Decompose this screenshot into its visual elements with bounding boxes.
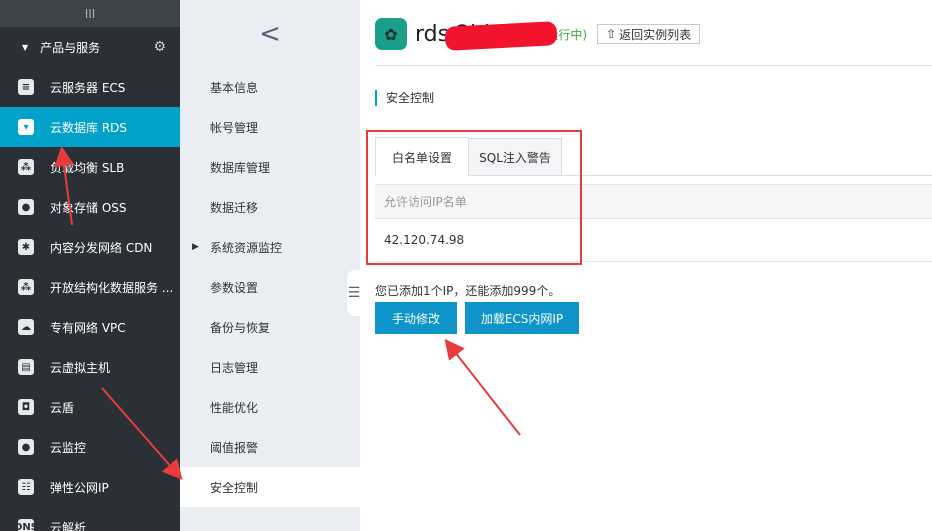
table-row: 42.120.74.98 [375,219,932,261]
load-balancer-icon: ⁂ [18,159,34,175]
gear-icon[interactable]: ⚙ [153,39,166,55]
redaction-mark [444,20,558,51]
cdn-icon: ✱ [18,239,34,255]
instance-name: rds 2bkw... [415,20,558,51]
back-to-list-button[interactable]: ⇧ 返回实例列表 [597,24,701,44]
sidebar-collapse-handle[interactable]: III [0,0,180,27]
table-header: 允许访问IP名单 [375,185,932,219]
upload-arrow-icon: ⇧ [606,27,617,41]
menu-item[interactable]: 帐号管理 [180,107,360,147]
shield-icon: ◘ [18,399,34,415]
menu-item-label: 参数设置 [210,280,259,295]
sidebar-item[interactable]: DNS 云解析 [0,507,180,531]
sidebar-item[interactable]: ▤ 云虚拟主机 [0,347,180,387]
sidebar-item[interactable]: ◘ 云盾 [0,387,180,427]
header-divider [375,65,932,66]
product-sidebar: III ▼ 产品与服务 ⚙ ≡ 云服务器 ECS ▾ 云数据库 RDS ⁂ 负载均衡 SL… [0,0,180,531]
sidebar-item[interactable]: ⁂ 开放结构化数据服务 ... [0,267,180,307]
caret-down-icon: ▼ [22,42,29,52]
security-tabs: 白名单设置 SQL注入警告 [375,137,562,176]
menu-item-label: 安全控制 [210,480,259,495]
products-services-header[interactable]: ▼ 产品与服务 ⚙ [0,27,180,67]
server-icon: ≡ [18,79,34,95]
sidebar-item-label: 云解析 [50,520,87,531]
menu-item-label: 基本信息 [210,80,259,95]
main-content: ✿ rds 2bkw... (运行中) ⇧ 返回实例列表 安全控制 白名单设置 … [360,0,932,531]
back-chevron-icon[interactable]: < [180,0,360,67]
sidebar-item-label: 云虚拟主机 [50,360,111,375]
tab-whitelist[interactable]: 白名单设置 [375,137,469,176]
vpc-icon: ☁ [18,319,34,335]
sidebar-item[interactable]: ☷ 弹性公网IP [0,467,180,507]
menu-item[interactable]: 性能优化 [180,387,360,427]
page-title: 安全控制 [375,90,434,106]
instance-header: ✿ rds 2bkw... (运行中) ⇧ 返回实例列表 [375,18,701,51]
rds-instance-icon: ✿ [375,18,407,50]
menu-item[interactable]: 数据库管理 [180,147,360,187]
sidebar-item-label: 对象存储 OSS [50,200,127,215]
menu-item-label: 备份与恢复 [210,320,271,335]
sidebar-item-label: 弹性公网IP [50,480,109,495]
menu-item-label: 数据迁移 [210,200,259,215]
menu-item[interactable]: ▶ 系统资源监控 [180,227,360,267]
menu-item[interactable]: 基本信息 [180,67,360,107]
sidebar-item-label: 云监控 [50,440,87,455]
tab-sql-injection[interactable]: SQL注入警告 [469,138,562,176]
instance-menu-list: 基本信息帐号管理数据库管理数据迁移 ▶ 系统资源监控 参数设置备份与恢复日志管理性能优… [180,67,360,507]
eip-icon: ☷ [18,479,34,495]
sidebar-item-label: 专有网络 VPC [50,320,126,335]
menu-item[interactable]: 数据迁移 [180,187,360,227]
sidebar-item-label: 云服务器 ECS [50,80,126,95]
sidebar-item-label: 负载均衡 SLB [50,160,125,175]
product-list: ≡ 云服务器 ECS ▾ 云数据库 RDS ⁂ 负载均衡 SLB ● 对象存储 OSS ✱ 内容分… [0,67,180,531]
menu-item[interactable]: 备份与恢复 [180,307,360,347]
menu-item-label: 系统资源监控 [210,240,283,255]
sidebar-item[interactable]: ● 对象存储 OSS [0,187,180,227]
menu-fold-toggle[interactable]: ☰ [347,270,361,316]
menu-item-label: 日志管理 [210,360,259,375]
back-to-list-label: 返回实例列表 [619,27,692,42]
menu-item-label: 帐号管理 [210,120,259,135]
load-ecs-ip-button[interactable]: 加载ECS内网IP [465,302,579,334]
menu-item[interactable]: 阈值报警 [180,427,360,467]
sidebar-item[interactable]: ✱ 内容分发网络 CDN [0,227,180,267]
menu-item-label: 阈值报警 [210,440,259,455]
grip-icon: III [84,6,96,21]
console-window: III ▼ 产品与服务 ⚙ ≡ 云服务器 ECS ▾ 云数据库 RDS ⁂ 负载均衡 SL… [0,0,932,531]
ots-icon: ⁂ [18,279,34,295]
sidebar-item-label: 云盾 [50,400,75,415]
sidebar-item[interactable]: ● 云监控 [0,427,180,467]
section-label: 产品与服务 [40,40,101,55]
manual-edit-button[interactable]: 手动修改 [375,302,457,334]
database-icon: ▾ [18,119,34,135]
whitelist-table: 允许访问IP名单 42.120.74.98 [375,184,932,262]
instance-menu: < 基本信息帐号管理数据库管理数据迁移 ▶ 系统资源监控 参数设置备份与恢复日志管理性… [180,0,360,531]
expand-arrow-icon: ▶ [192,242,199,252]
sidebar-item[interactable]: ≡ 云服务器 ECS [0,67,180,107]
menu-item[interactable]: 日志管理 [180,347,360,387]
sidebar-item-label: 开放结构化数据服务 ... [50,280,174,295]
menu-item[interactable]: 安全控制 [180,467,360,507]
sidebar-item[interactable]: ▾ 云数据库 RDS [0,107,180,147]
whitelist-quota-text: 您已添加1个IP，还能添加999个。 [375,284,561,298]
monitor-icon: ● [18,439,34,455]
sidebar-item-label: 云数据库 RDS [50,120,128,135]
dns-icon: DNS [14,519,38,531]
menu-item-label: 性能优化 [210,400,259,415]
sidebar-item[interactable]: ☁ 专有网络 VPC [0,307,180,347]
storage-icon: ● [18,199,34,215]
sidebar-item[interactable]: ⁂ 负载均衡 SLB [0,147,180,187]
menu-item-label: 数据库管理 [210,160,271,175]
menu-item[interactable]: 参数设置 [180,267,360,307]
sidebar-item-label: 内容分发网络 CDN [50,240,153,255]
menu-icon: ☰ [347,285,361,301]
host-icon: ▤ [18,359,34,375]
